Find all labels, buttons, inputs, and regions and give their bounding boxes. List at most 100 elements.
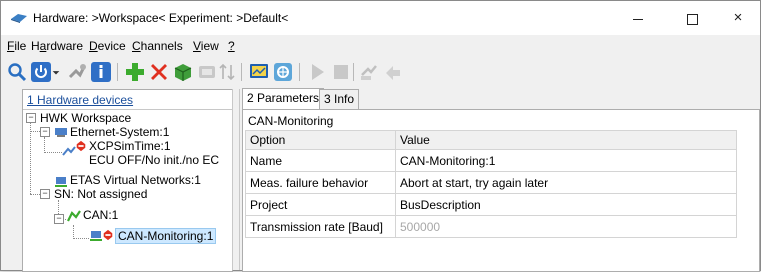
ethernet-system-icon (55, 128, 67, 137)
tree-line (30, 131, 40, 132)
toolbar (1, 57, 760, 89)
collapse-toggle[interactable]: − (40, 189, 50, 199)
menu-bar: File Hardware Device Channels View ? (1, 35, 760, 57)
tree-item-etas-virtual-networks[interactable]: ETAS Virtual Networks:1 (70, 173, 201, 187)
disabled-tool-icon (361, 65, 377, 80)
minimize-icon (633, 18, 643, 20)
dropdown-arrow-icon (52, 71, 60, 75)
option-cell: Project (245, 193, 396, 216)
tree-item-can-monitoring[interactable]: CAN-Monitoring:1 (115, 228, 217, 244)
option-cell: Transmission rate [Baud] (245, 215, 396, 238)
tree-item-label: HWK Workspace (40, 111, 132, 125)
hardware-config-icon (68, 64, 86, 79)
close-icon: × (733, 9, 743, 26)
tree-item-label: CAN:1 (83, 208, 119, 222)
ecu-device-icon (62, 146, 76, 156)
tab-parameters[interactable]: 2 Parameters (242, 88, 325, 110)
tree-item-label: Ethernet-System:1 (70, 125, 170, 139)
close-button[interactable]: × (715, 1, 761, 35)
title-bar: Hardware: >Workspace< Experiment: >Defau… (1, 1, 760, 35)
value-cell[interactable]: CAN-Monitoring:1 (395, 149, 737, 172)
tree-item-label: XCPSimTime:1 (89, 139, 171, 153)
menu-file[interactable]: File (7, 39, 26, 53)
add-icon (126, 63, 144, 81)
collapse-toggle[interactable]: − (54, 214, 64, 224)
can-channel-icon (67, 210, 81, 222)
add-button[interactable] (123, 60, 147, 84)
table-row[interactable]: Transmission rate [Baud] 500000 (245, 215, 737, 238)
table-row[interactable]: Name CAN-Monitoring:1 (245, 149, 737, 172)
pane-header-divider (23, 109, 232, 110)
package-button[interactable] (171, 60, 195, 84)
delete-icon (151, 64, 167, 80)
play-button[interactable] (305, 60, 329, 84)
option-cell: Name (245, 149, 396, 172)
menu-channels[interactable]: Channels (132, 39, 183, 53)
tree-item-sublabel: SN: Not assigned (54, 187, 148, 201)
disabled-back-button[interactable] (381, 60, 405, 84)
menu-help[interactable]: ? (228, 39, 235, 53)
tree-line (44, 137, 45, 153)
toolbar-separator (117, 63, 118, 81)
tree-item-sublabel: ECU OFF/No init./no EC (89, 153, 220, 167)
tree-line (44, 152, 62, 153)
tree-item-label: ETAS Virtual Networks:1 (70, 173, 201, 187)
tree-line (30, 194, 40, 195)
option-cell: Meas. failure behavior (245, 171, 396, 194)
search-icon (8, 63, 27, 82)
value-cell: 500000 (395, 215, 737, 238)
disabled-back-icon (386, 66, 400, 80)
tab-info[interactable]: 3 Info (319, 89, 360, 110)
power-icon (31, 62, 51, 82)
collapse-toggle[interactable]: − (40, 127, 50, 137)
play-icon (312, 64, 324, 80)
table-row[interactable]: Meas. failure behavior Abort at start, t… (245, 171, 737, 194)
main-window: Hardware: >Workspace< Experiment: >Defau… (0, 0, 761, 272)
value-cell[interactable]: Abort at start, try again later (395, 171, 737, 194)
parameters-panel: CAN-Monitoring Option Value Name CAN-Mon… (242, 109, 760, 272)
table-header-row: Option Value (245, 130, 737, 150)
tree-item-can[interactable]: CAN:1 (83, 208, 118, 222)
section-title: CAN-Monitoring (248, 114, 334, 128)
monitor-button[interactable] (247, 60, 271, 84)
network-icon (274, 63, 292, 81)
maximize-icon (686, 13, 698, 25)
menu-view[interactable]: View (193, 39, 219, 53)
collapse-toggle[interactable]: − (26, 113, 36, 123)
menu-device[interactable]: Device (89, 39, 126, 53)
stop-button[interactable] (329, 60, 353, 84)
tree-line (30, 122, 31, 194)
power-dropdown[interactable] (50, 60, 62, 84)
monitor-icon (250, 64, 268, 78)
app-icon (11, 14, 27, 23)
sort-icon (219, 63, 235, 81)
tree-item-hwk-workspace[interactable]: HWK Workspace (40, 111, 131, 125)
column-header-option[interactable]: Option (245, 130, 396, 150)
network-button[interactable] (271, 60, 295, 84)
tree-line (73, 238, 89, 239)
menu-hardware[interactable]: Hardware (31, 39, 83, 53)
sort-button[interactable] (215, 60, 239, 84)
tree-item-ethernet-system[interactable]: Ethernet-System:1 (70, 125, 169, 139)
pane-splitter[interactable] (232, 89, 240, 270)
parameters-table: Option Value Name CAN-Monitoring:1 Meas.… (245, 130, 737, 238)
hardware-config-button[interactable] (65, 60, 89, 84)
tree-item-etas-virtual-networks-sn: SN: Not assigned (54, 187, 147, 201)
value-cell[interactable]: BusDescription (395, 193, 737, 216)
error-status-icon (76, 140, 86, 152)
toolbar-separator (299, 63, 300, 81)
hardware-devices-header[interactable]: 1 Hardware devices (27, 93, 133, 107)
column-header-value[interactable]: Value (395, 130, 737, 150)
info-button[interactable] (89, 60, 113, 84)
search-button[interactable] (5, 60, 29, 84)
tree-item-label: CAN-Monitoring:1 (118, 229, 214, 243)
error-status-icon (103, 229, 113, 241)
tree-item-xcpsimtime[interactable]: XCPSimTime:1 (89, 139, 171, 153)
maximize-button[interactable] (669, 1, 715, 35)
delete-button[interactable] (147, 60, 171, 84)
package-icon (174, 64, 192, 81)
disabled-tool-button[interactable] (357, 60, 381, 84)
table-row[interactable]: Project BusDescription (245, 193, 737, 216)
minimize-button[interactable] (615, 1, 661, 35)
info-icon (91, 62, 111, 82)
